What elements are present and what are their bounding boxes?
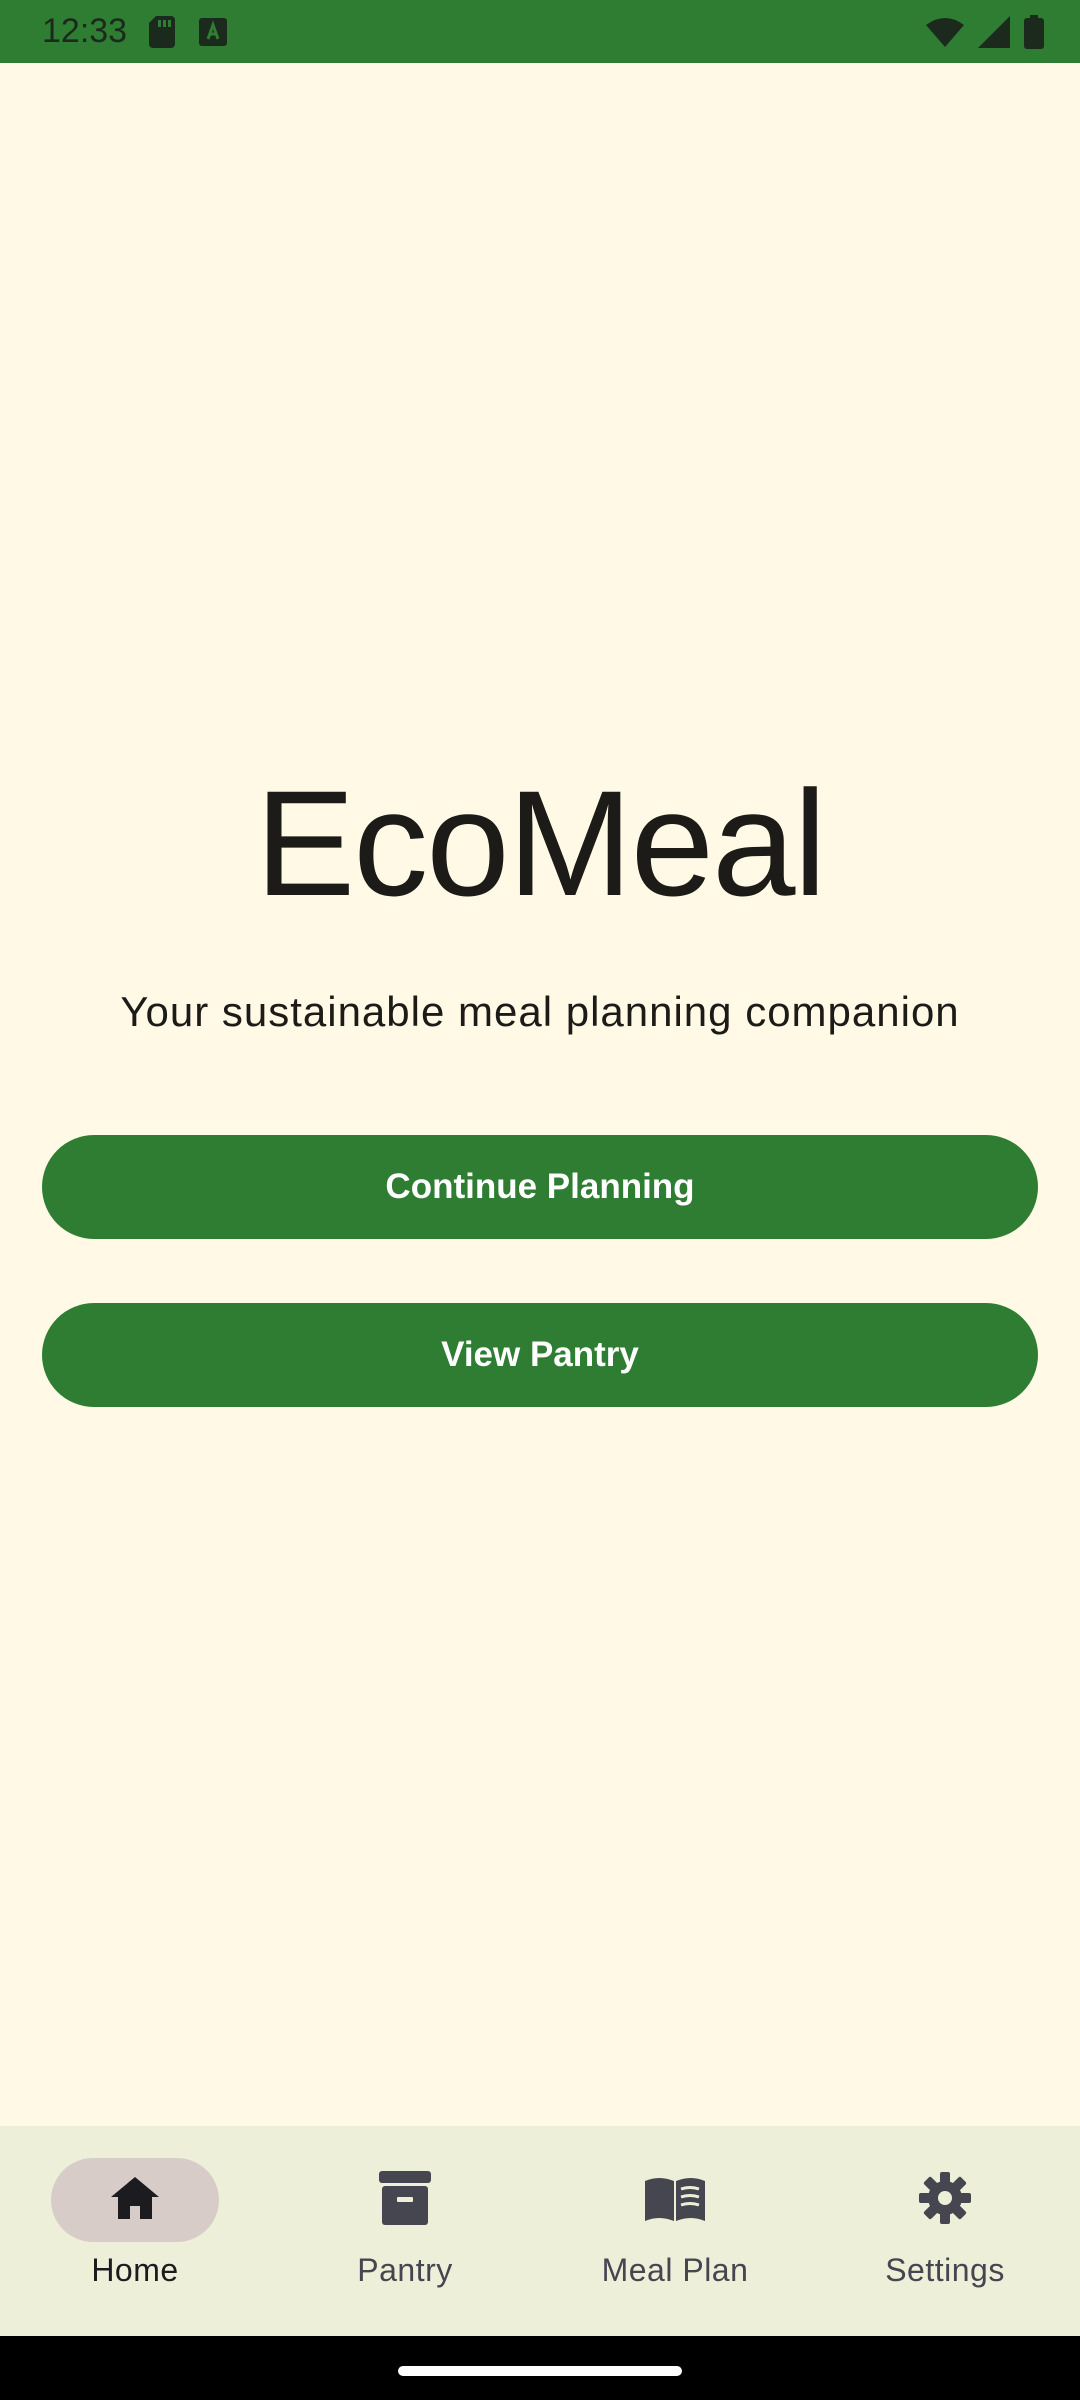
open-book-icon (645, 2175, 705, 2226)
view-pantry-button[interactable]: View Pantry (42, 1303, 1038, 1407)
battery-icon (1024, 14, 1044, 49)
status-time: 12:33 (42, 12, 128, 50)
wifi-icon (926, 17, 964, 47)
sd-card-icon (149, 15, 176, 48)
nav-active-indicator (51, 2158, 219, 2242)
nav-pill-settings (861, 2158, 1029, 2242)
nav-item-home[interactable]: Home (0, 2126, 270, 2336)
nav-item-settings[interactable]: Settings (810, 2126, 1080, 2336)
nav-label-home: Home (91, 2252, 179, 2288)
gesture-navigation-area (0, 2336, 1080, 2400)
gear-icon (919, 2171, 971, 2229)
nav-item-pantry[interactable]: Pantry (270, 2126, 540, 2336)
nav-label-meal-plan: Meal Plan (601, 2252, 749, 2288)
nav-pill-meal-plan (591, 2158, 759, 2242)
nav-pill-pantry (321, 2158, 489, 2242)
continue-planning-button[interactable]: Continue Planning (42, 1135, 1038, 1239)
app-title: EcoMeal (255, 759, 827, 927)
home-screen: 12:33 EcoMeal Your sustainable meal plan… (0, 0, 1080, 2400)
status-right-icons (926, 0, 1044, 63)
signal-icon (978, 15, 1010, 48)
home-icon (109, 2175, 161, 2226)
main-content: EcoMeal Your sustainable meal planning c… (0, 63, 1080, 2126)
gesture-handle[interactable] (398, 2366, 682, 2376)
app-subtitle: Your sustainable meal planning companion (120, 988, 960, 1035)
nav-label-pantry: Pantry (357, 2252, 453, 2288)
status-bar: 12:33 (0, 0, 1080, 63)
text-a-icon (199, 17, 228, 46)
status-left-icons (149, 15, 228, 48)
archive-box-icon (379, 2170, 431, 2230)
nav-label-settings: Settings (885, 2252, 1005, 2288)
bottom-navigation: Home Pantry Meal Plan Settings (0, 2126, 1080, 2336)
nav-item-meal-plan[interactable]: Meal Plan (540, 2126, 810, 2336)
